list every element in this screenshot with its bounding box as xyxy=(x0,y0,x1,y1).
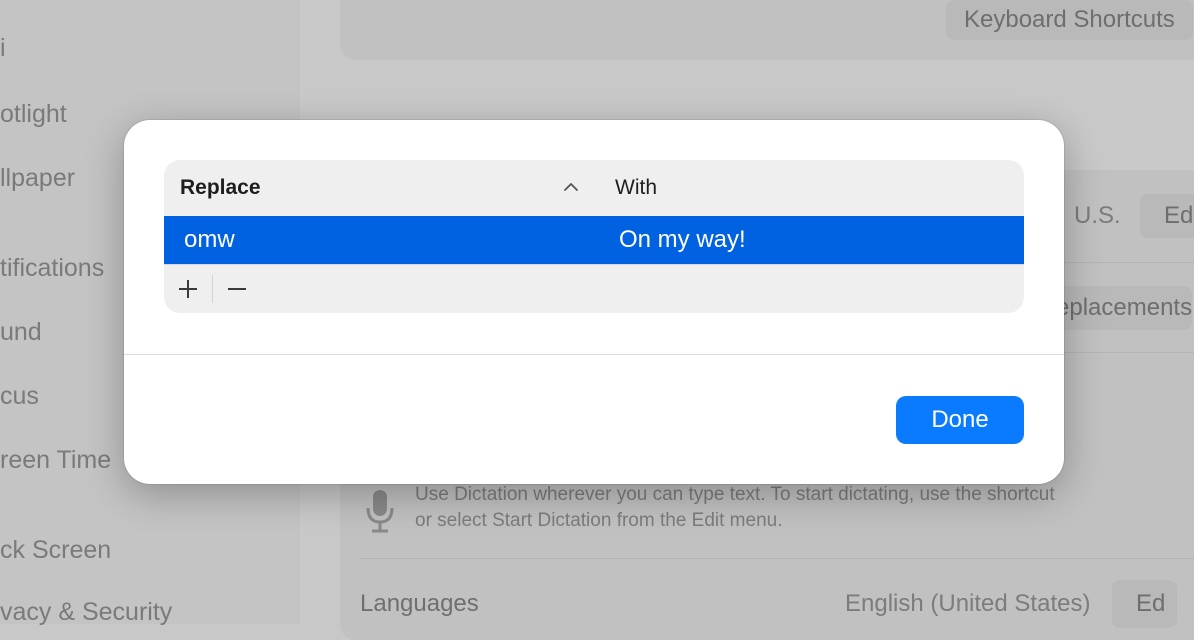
minus-icon xyxy=(228,288,246,290)
cell-replace[interactable]: omw xyxy=(184,216,235,264)
sidebar-item-siri[interactable]: i xyxy=(0,34,6,63)
column-header-replace[interactable]: Replace xyxy=(180,160,261,216)
sidebar-item-privacy-security[interactable]: vacy & Security xyxy=(0,598,172,627)
dialog-divider xyxy=(124,354,1064,355)
sidebar-item-spotlight[interactable]: otlight xyxy=(0,100,67,129)
sidebar-item-sound[interactable]: und xyxy=(0,318,42,347)
languages-value: English (United States) xyxy=(845,590,1091,617)
chevron-up-icon[interactable] xyxy=(562,178,580,196)
sidebar-item-focus[interactable]: cus xyxy=(0,382,39,411)
replacements-table: Replace With omw On my way! xyxy=(164,160,1024,313)
table-row[interactable]: omw On my way! xyxy=(164,216,1024,264)
input-source-value: U.S. xyxy=(1074,202,1121,229)
table-header: Replace With xyxy=(164,160,1024,216)
toolbar-separator xyxy=(212,275,213,303)
column-header-with[interactable]: With xyxy=(615,160,657,216)
remove-row-button[interactable] xyxy=(221,273,253,305)
dictation-description-line1: Use Dictation wherever you can type text… xyxy=(415,484,1055,505)
divider xyxy=(360,558,1194,559)
add-row-button[interactable] xyxy=(172,273,204,305)
input-source-edit-button[interactable]: Ed xyxy=(1140,194,1194,238)
languages-edit-button[interactable]: Ed xyxy=(1112,580,1178,628)
sidebar-item-screen-time[interactable]: reen Time xyxy=(0,446,111,475)
sidebar-item-notifications[interactable]: tifications xyxy=(0,254,104,283)
done-button[interactable]: Done xyxy=(896,396,1024,444)
dictation-description-line2: or select Start Dictation from the Edit … xyxy=(415,510,783,531)
languages-label: Languages xyxy=(360,590,479,617)
plus-icon xyxy=(179,280,197,298)
keyboard-shortcuts-button[interactable]: Keyboard Shortcuts xyxy=(946,0,1193,40)
table-toolbar xyxy=(164,264,1024,313)
text-replacements-dialog: Replace With omw On my way! Done xyxy=(124,120,1064,484)
cell-with[interactable]: On my way! xyxy=(619,216,746,264)
microphone-icon xyxy=(366,490,394,533)
sidebar-item-wallpaper[interactable]: llpaper xyxy=(0,164,75,193)
sidebar-item-lock-screen[interactable]: ck Screen xyxy=(0,536,111,565)
